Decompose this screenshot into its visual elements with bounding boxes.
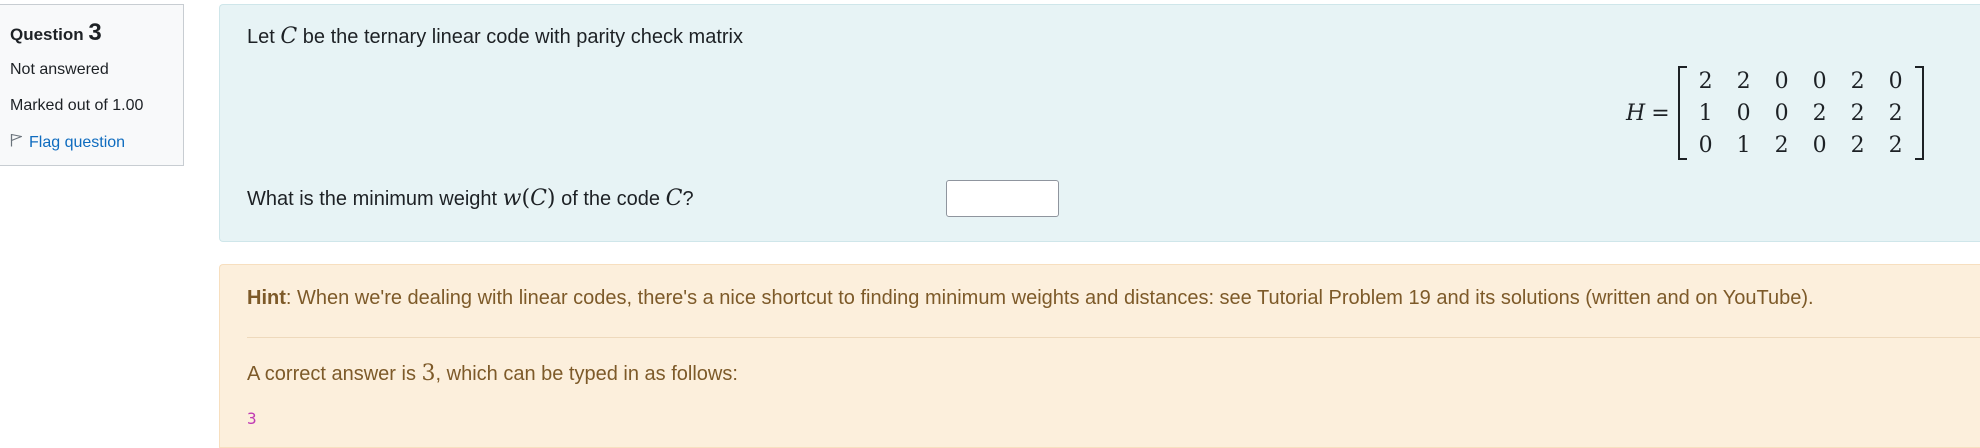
answer-input[interactable] <box>946 180 1059 217</box>
matrix-entry: 0 <box>1888 68 1903 94</box>
question-info-panel: Question 3 Not answered Marked out of 1.… <box>0 4 184 166</box>
matrix-entry: 2 <box>1888 132 1903 158</box>
intro-text-before: Let <box>247 26 275 48</box>
matrix-entry: 2 <box>1888 100 1903 126</box>
matrix-entry: 0 <box>1736 100 1751 126</box>
question-prompt: What is the minimum weight w(C) of the c… <box>247 180 694 218</box>
matrix-entry: 1 <box>1698 100 1713 126</box>
right-answer-value: 3 <box>421 361 436 386</box>
question-intro: Let C be the ternary linear code with pa… <box>247 24 743 49</box>
matrix-entry: 2 <box>1850 132 1865 158</box>
matrix-entry: 2 <box>1698 68 1713 94</box>
matrix-entry: 2 <box>1812 100 1827 126</box>
matrix-entry: 0 <box>1812 68 1827 94</box>
question-formulation: Let C be the ternary linear code with pa… <box>219 4 1980 242</box>
matrix-entry: 2 <box>1850 68 1865 94</box>
weight-symbol-w: w <box>502 186 522 211</box>
prompt-text-middle: of the code <box>561 188 661 210</box>
question-number: 3 <box>88 19 102 46</box>
weight-symbol-c: C <box>530 186 547 211</box>
prompt-text-before: What is the minimum weight <box>247 188 498 210</box>
flag-question-link[interactable]: Flag question <box>10 133 183 152</box>
matrix-entry: 0 <box>1812 132 1827 158</box>
matrix-equals-sign: = <box>1651 100 1670 126</box>
feedback-divider <box>247 337 1980 338</box>
question-label: Question <box>10 25 84 44</box>
right-answer-after: , which can be typed in as follows: <box>435 363 738 385</box>
matrix-left-bracket <box>1677 66 1687 160</box>
typed-answer-code: 3 <box>247 409 257 428</box>
hint-title: Hint <box>247 287 286 309</box>
question-number-heading: Question 3 <box>10 19 183 47</box>
flag-icon <box>10 133 23 152</box>
flag-question-label: Flag question <box>29 133 126 151</box>
matrix-entry: 2 <box>1774 132 1789 158</box>
right-answer-before: A correct answer is <box>247 363 416 385</box>
prompt-question-mark: ? <box>682 188 694 210</box>
code-symbol: C <box>280 24 298 49</box>
right-answer-text: A correct answer is 3, which can be type… <box>247 361 738 386</box>
matrix-entry: 0 <box>1774 68 1789 94</box>
question-state: Not answered <box>10 61 109 78</box>
matrix-entry: 0 <box>1774 100 1789 126</box>
intro-text-after: be the ternary linear code with parity c… <box>302 26 743 48</box>
matrix-label: H <box>1626 100 1646 126</box>
matrix-entry: 2 <box>1736 68 1751 94</box>
hint-text: Hint: When we're dealing with linear cod… <box>247 287 1814 310</box>
parity-check-matrix: H = 220020100222012022 <box>1626 65 1924 161</box>
hint-body: : When we're dealing with linear codes, … <box>285 287 1814 309</box>
weight-paren-close: ) <box>546 186 556 211</box>
prompt-code-symbol: C <box>665 186 683 211</box>
matrix-entry: 1 <box>1736 132 1751 158</box>
feedback-panel: Hint: When we're dealing with linear cod… <box>219 264 1980 448</box>
matrix-entries: 220020100222012022 <box>1687 65 1915 161</box>
matrix-right-bracket <box>1914 66 1924 160</box>
question-grade: Marked out of 1.00 <box>10 97 144 114</box>
matrix-entry: 2 <box>1850 100 1865 126</box>
weight-paren-open: ( <box>521 186 531 211</box>
matrix-entry: 0 <box>1698 132 1713 158</box>
